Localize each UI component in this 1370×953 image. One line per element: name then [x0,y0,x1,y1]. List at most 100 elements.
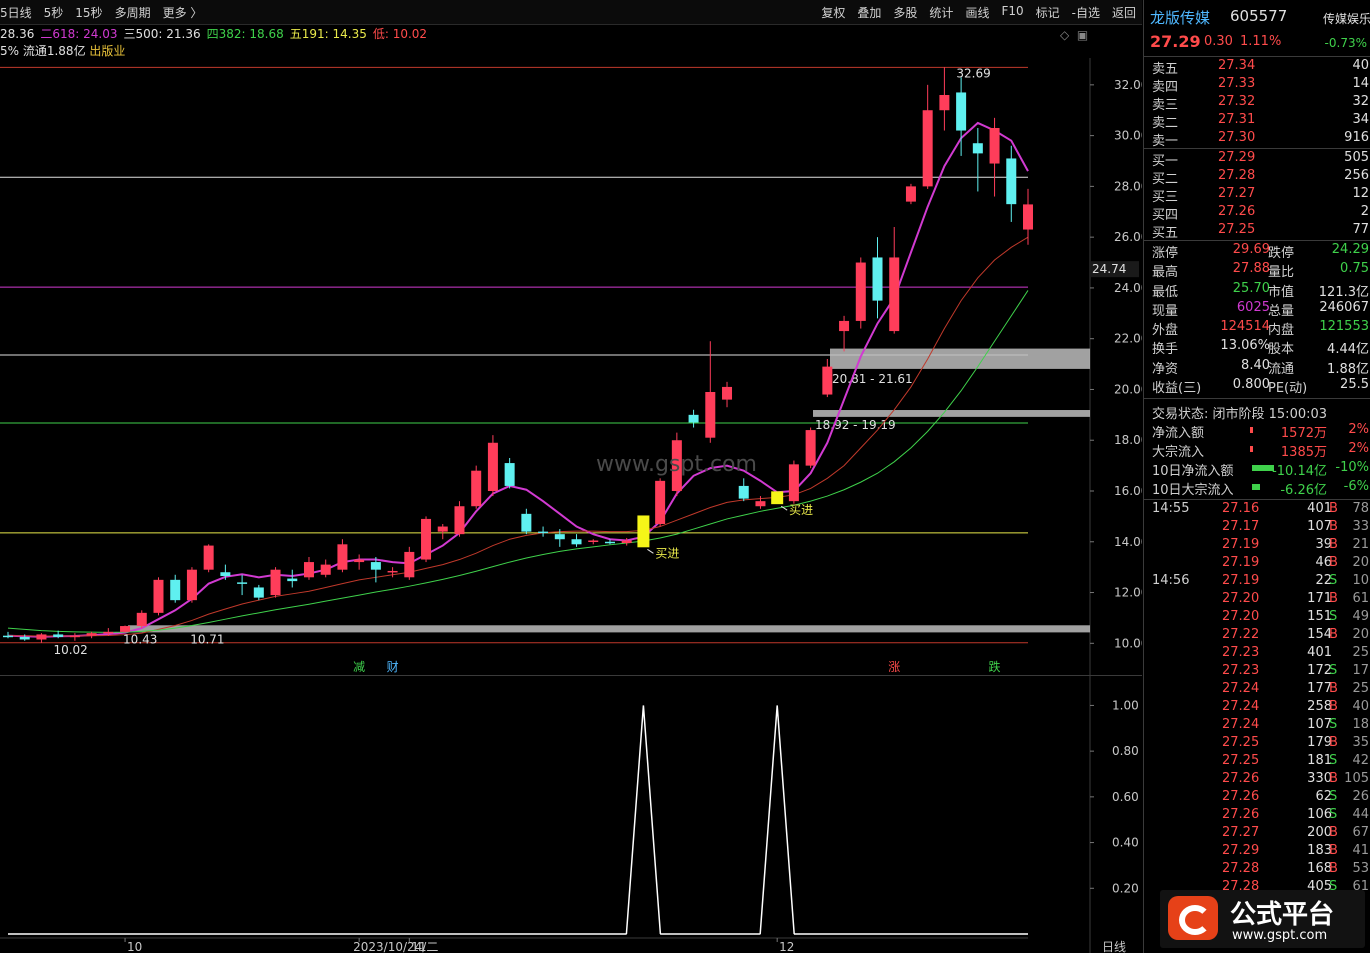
toolbar-action[interactable]: F10 [1001,4,1023,21]
fund-flow: 净流入额 1572万 2% 大宗流入 1385万 2% 10日净流入额 -10.14亿 -10%… [1144,422,1370,498]
order-price[interactable]: 27.28 [1218,168,1255,183]
candle [538,526,549,537]
tick-volume: 330 [1307,771,1332,786]
candle [722,381,733,408]
stat-label: 股本 [1268,342,1295,358]
fund-flow-pct: 2% [1348,441,1369,456]
tick-side: B [1329,825,1338,840]
order-level-label: 买三 [1152,190,1179,205]
order-level-label: 卖一 [1152,134,1179,149]
indicator-value: 四382: 18.68 [206,27,284,41]
order-volume: 40 [1352,58,1369,73]
order-price[interactable]: 27.30 [1218,130,1255,145]
toolbar-action[interactable]: 画线 [965,4,989,21]
tick-row: 27.23 172 S 17 [1144,663,1370,681]
order-price[interactable]: 27.32 [1218,94,1255,109]
candle [454,501,465,537]
tick-volume: 177 [1307,681,1332,696]
order-price[interactable]: 27.34 [1218,58,1255,73]
sector-name[interactable]: 传媒娱乐 [1323,10,1370,27]
order-price[interactable]: 27.26 [1218,204,1255,219]
candle [1006,145,1017,222]
period-tab[interactable]: 更多 〉 [163,4,203,21]
divider [1144,499,1370,500]
tick-row: 27.25 179 B 35 [1144,735,1370,753]
fund-flow-amount: 1572万 [1280,426,1327,441]
stat-row: 现量 6025 总量 246067 [1144,300,1370,319]
tick-count: 18 [1352,717,1369,732]
period-tab[interactable]: 15秒 [75,4,102,21]
toolbar-action[interactable]: 多股 [893,4,917,21]
toolbar-action[interactable]: 叠加 [857,4,881,21]
candle [404,546,415,580]
tick-row: 27.24 177 B 25 [1144,681,1370,699]
candle-body [889,257,900,332]
y-tick-label: 24.00 [1114,281,1142,295]
order-volume: 256 [1344,168,1369,183]
candle [521,508,532,535]
candle-body [504,463,515,486]
candle-body [186,569,197,601]
buy-signal-arrow [647,548,654,554]
toolbar-action[interactable]: 统计 [929,4,953,21]
tick-price: 27.25 [1222,735,1260,750]
y-tick-label: 10.00 [1114,636,1142,650]
tick-side: B [1329,681,1338,696]
logo-icon [1168,896,1218,940]
zone-label: 18.92 - 19.19 [815,418,896,432]
order-level-label: 卖四 [1152,80,1179,95]
x-tick-label: 12 [779,940,794,953]
diamond-icon[interactable]: ◇ [1060,28,1069,42]
period-tab[interactable]: 5日线 [0,4,32,21]
candle-body [120,626,131,632]
quote-header: 龙版传媒 605577 传媒娱乐 [1144,0,1370,30]
event-marker: 减 [353,660,365,674]
candle-body [905,186,916,202]
tick-volume: 46 [1315,555,1332,570]
tick-price: 27.24 [1222,699,1260,714]
toolbar-action[interactable]: 标记 [1036,4,1060,21]
tick-side: B [1329,627,1338,642]
quote-stats: 涨停 29.69 跌停 24.29 最高 27.88 量比 0.75 最低 25.70 市值 121.… [1144,242,1370,396]
stat-row: 收益(三) 0.800 PE(动) 25.5 [1144,377,1370,396]
divider [1144,240,1370,241]
order-price[interactable]: 27.27 [1218,186,1255,201]
toolbar-action[interactable]: -自选 [1072,4,1100,21]
stock-name[interactable]: 龙版传媒 [1150,7,1210,28]
tick-side: S [1329,663,1338,678]
order-price[interactable]: 27.25 [1218,222,1255,237]
toolbar-action[interactable]: 复权 [821,4,845,21]
candle-body [237,582,248,584]
tick-count: 20 [1352,555,1369,570]
fund-flow-bar [1250,427,1253,433]
candle-body [1006,158,1017,205]
window-icon[interactable]: ▣ [1077,28,1088,42]
order-book: 卖五 27.34 40 卖四 27.33 14 卖三 27.32 32 卖二 27.31 34 卖一 27… [1144,58,1370,241]
stat-label: 最高 [1152,265,1179,281]
price-chart[interactable]: 32.00 30.00 28.00 26.00 24.00 22.00 20.00 18.00… [0,58,1142,676]
candle [270,567,281,598]
signal-indicator-chart[interactable]: 1.000.800.600.400.2010 2023/10/24/二11 12 日线 [0,676,1142,953]
tick-row: 27.20 171 B 61 [1144,591,1370,609]
candle [939,67,950,131]
tick-volume: 258 [1307,699,1332,714]
tick-price: 27.20 [1222,591,1260,606]
toolbar-action[interactable]: 返回 [1112,4,1136,21]
period-tab[interactable]: 多周期 [115,4,151,21]
order-price[interactable]: 27.31 [1218,112,1255,127]
candle [136,610,147,629]
tick-side: S [1329,717,1338,732]
float-cap-text: 5% 流通1.88亿 [0,44,86,58]
tick-price: 27.22 [1222,627,1260,642]
tick-side: S [1329,753,1338,768]
candle [253,584,264,601]
order-price[interactable]: 27.29 [1218,150,1255,165]
order-book-row: 买四 27.26 2 [1144,204,1370,223]
tick-side: B [1329,843,1338,858]
candle [504,458,515,489]
candle [738,478,749,502]
period-tab[interactable]: 5秒 [44,4,64,21]
candle-body [370,562,381,570]
tick-list[interactable]: 14:55 27.16 401 B 78 27.17 107 B 33 27.19 39 B 21 27.… [1144,501,1370,897]
order-price[interactable]: 27.33 [1218,76,1255,91]
